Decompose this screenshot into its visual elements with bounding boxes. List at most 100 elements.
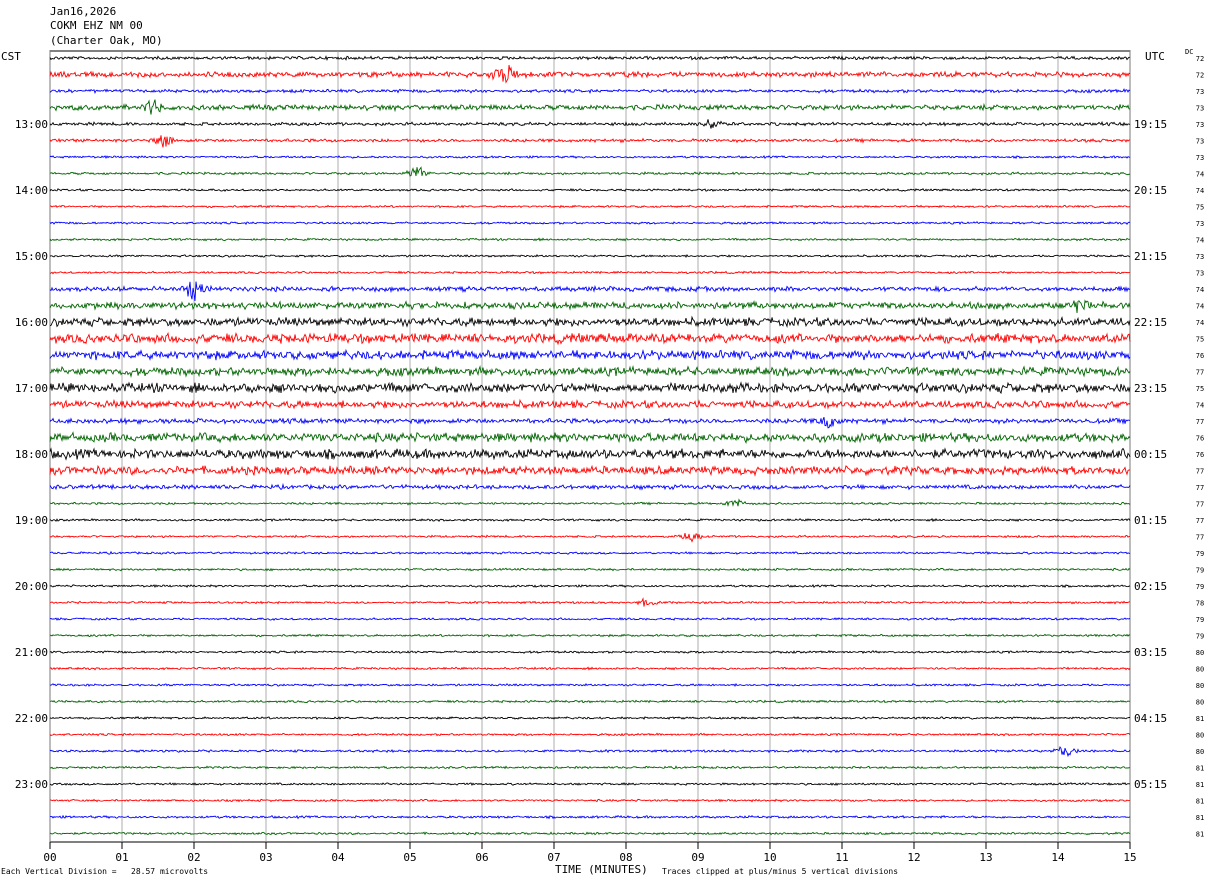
dc-offset-value: 73 xyxy=(1196,154,1204,162)
seismic-trace xyxy=(49,119,1131,129)
seismic-trace xyxy=(49,364,1131,378)
x-tick-label: 10 xyxy=(763,851,776,864)
seismic-trace xyxy=(49,482,1131,491)
seismic-trace xyxy=(49,716,1131,721)
seismic-trace xyxy=(49,616,1131,621)
right-hour-label: 03:15 xyxy=(1134,646,1167,659)
right-hour-label: 05:15 xyxy=(1134,778,1167,791)
seismic-trace xyxy=(49,135,1131,148)
dc-offset-value: 81 xyxy=(1196,831,1204,839)
seismic-trace xyxy=(49,814,1131,820)
seismic-trace xyxy=(49,315,1131,328)
seismic-trace xyxy=(49,498,1131,507)
seismic-trace xyxy=(49,447,1131,461)
seismic-trace xyxy=(49,781,1131,786)
dc-offset-value: 76 xyxy=(1196,435,1204,443)
left-hour-label: 17:00 xyxy=(15,382,48,395)
x-tick-label: 11 xyxy=(835,851,848,864)
dc-offset-value: 80 xyxy=(1196,732,1204,740)
dc-offset-value: 77 xyxy=(1196,534,1204,542)
x-tick-label: 15 xyxy=(1123,851,1136,864)
seismic-trace xyxy=(49,187,1131,192)
dc-offset-value: 81 xyxy=(1196,781,1204,789)
dc-offset-value: 81 xyxy=(1196,814,1204,822)
x-tick-label: 12 xyxy=(907,851,920,864)
seismic-trace xyxy=(49,597,1131,607)
seismic-trace xyxy=(49,253,1131,259)
seismic-trace xyxy=(49,649,1131,655)
seismic-trace xyxy=(49,270,1131,275)
x-tick-label: 06 xyxy=(475,851,488,864)
x-tick-label: 05 xyxy=(403,851,416,864)
x-tick-label: 07 xyxy=(547,851,560,864)
seismic-trace xyxy=(49,64,1131,84)
x-tick-label: 14 xyxy=(1051,851,1065,864)
dc-offset-value: 81 xyxy=(1196,715,1204,723)
seismic-trace xyxy=(49,431,1131,444)
dc-offset-value: 81 xyxy=(1196,798,1204,806)
dc-offset-value: 74 xyxy=(1196,171,1204,179)
x-tick-label: 03 xyxy=(259,851,272,864)
seismic-trace xyxy=(49,331,1131,346)
seismic-trace xyxy=(49,745,1131,758)
dc-offset-value: 80 xyxy=(1196,699,1204,707)
seismic-trace xyxy=(49,416,1130,429)
x-tick-label: 02 xyxy=(187,851,200,864)
dc-offset-value: 74 xyxy=(1196,319,1204,327)
right-hour-label: 02:15 xyxy=(1134,580,1167,593)
dc-offset-value: 77 xyxy=(1196,369,1204,377)
dc-offset-value: 77 xyxy=(1196,501,1204,509)
dc-offset-value: 80 xyxy=(1196,649,1204,657)
dc-offset-value: 73 xyxy=(1196,270,1204,278)
seismic-trace xyxy=(49,831,1131,836)
seismic-trace xyxy=(49,765,1131,770)
dc-offset-value: 74 xyxy=(1196,237,1204,245)
right-hour-label: 23:15 xyxy=(1134,382,1167,395)
left-hour-label: 23:00 xyxy=(15,778,48,791)
right-hour-label: 04:15 xyxy=(1134,712,1167,725)
seismic-trace xyxy=(49,583,1131,589)
dc-offset-value: 79 xyxy=(1196,583,1204,591)
seismic-trace xyxy=(49,567,1131,572)
dc-offset-value: 75 xyxy=(1196,336,1204,344)
left-hour-label: 20:00 xyxy=(15,580,48,593)
plot-frame xyxy=(49,50,1131,843)
right-hour-label: 22:15 xyxy=(1134,316,1167,329)
dc-offset-value: 79 xyxy=(1196,633,1204,641)
left-hour-label: 22:00 xyxy=(15,712,48,725)
dc-offset-value: 81 xyxy=(1196,765,1204,773)
dc-offset-value: 74 xyxy=(1196,402,1204,410)
seismic-trace xyxy=(49,798,1131,803)
seismic-trace xyxy=(49,633,1131,638)
x-tick-label: 09 xyxy=(691,851,704,864)
dc-offset-value: 74 xyxy=(1196,286,1204,294)
seismic-trace xyxy=(49,732,1131,737)
seismic-trace xyxy=(49,464,1131,477)
right-hour-label: 21:15 xyxy=(1134,250,1167,263)
dc-offset-value: 74 xyxy=(1196,187,1204,195)
seismic-trace xyxy=(49,99,1131,115)
seismic-trace xyxy=(49,381,1131,395)
seismic-trace xyxy=(49,532,1130,543)
seismic-trace xyxy=(49,299,1131,314)
left-hour-label: 18:00 xyxy=(15,448,48,461)
seismic-trace xyxy=(49,517,1131,523)
seismic-trace xyxy=(49,166,1131,177)
dc-offset-value: 73 xyxy=(1196,253,1204,261)
seismic-trace xyxy=(49,154,1131,160)
dc-offset-value: 75 xyxy=(1196,385,1204,393)
left-hour-label: 16:00 xyxy=(15,316,48,329)
dc-offset-value: 79 xyxy=(1196,567,1204,575)
dc-offset-value: 79 xyxy=(1196,550,1204,558)
left-hour-label: 14:00 xyxy=(15,184,48,197)
left-hour-label: 19:00 xyxy=(15,514,48,527)
dc-offset-value: 75 xyxy=(1196,204,1204,212)
seismic-trace xyxy=(49,220,1131,226)
dc-offset-value: 80 xyxy=(1196,666,1204,674)
x-tick-label: 13 xyxy=(979,851,992,864)
x-tick-label: 00 xyxy=(43,851,56,864)
dc-offset-value: 73 xyxy=(1196,121,1204,129)
dc-offset-value: 77 xyxy=(1196,517,1204,525)
dc-offset-value: 73 xyxy=(1196,220,1204,228)
dc-offset-value: 77 xyxy=(1196,484,1204,492)
